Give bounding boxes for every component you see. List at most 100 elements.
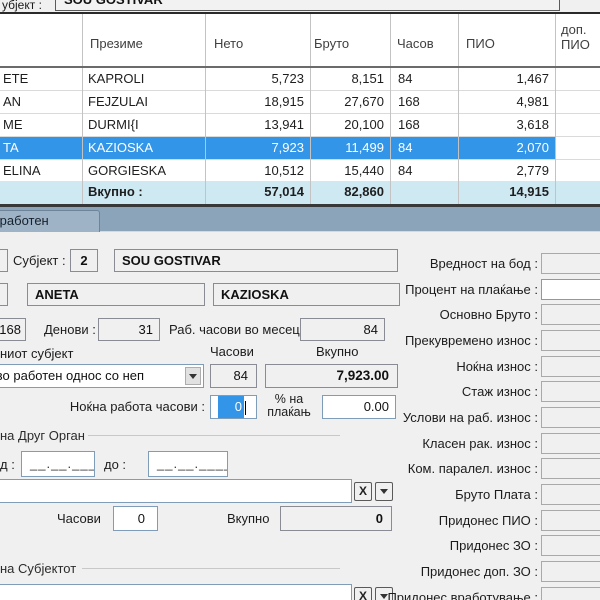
cell-first-name: TA	[0, 137, 82, 159]
cell-hours: 84	[390, 160, 458, 182]
cell-neto: 7,923	[205, 137, 310, 159]
total-dop-pio	[555, 181, 600, 204]
field-label: Основно Бруто :	[440, 307, 538, 322]
employee-table: Презиме Нето Бруто Часов ПИО доп. ПИО ET…	[0, 14, 600, 204]
cell-dop-pio	[555, 68, 600, 90]
total-bruto: 82,860	[310, 181, 390, 204]
column-header-pio: ПИО	[466, 36, 495, 51]
field-label: Вредност на бод :	[430, 256, 538, 271]
cell-bruto: 11,499	[310, 137, 390, 159]
field-pridones-pio: Придонес ПИО :	[0, 510, 600, 532]
subject-label-fragment: убјект :	[2, 0, 42, 12]
cell-hours: 168	[390, 91, 458, 113]
cell-dop-pio	[555, 137, 600, 159]
total-neto: 57,014	[205, 181, 310, 204]
table-row-selected[interactable]: TA KAZIOSKA 7,923 11,499 84 2,070	[0, 137, 600, 160]
field-kom-paralel-iznos: Ком. паралел. износ :	[0, 458, 600, 480]
header-border	[0, 66, 600, 68]
kom-paralel-iznos-input[interactable]	[541, 458, 600, 479]
field-procent-na-plakanje: Процент на плаќање :	[0, 279, 600, 301]
prekuvremeno-iznos-input[interactable]	[541, 330, 600, 351]
grid-line	[555, 14, 556, 204]
field-label: Придонес ЗО :	[450, 538, 538, 553]
cell-first-name: AN	[0, 91, 82, 113]
cell-dop-pio	[555, 91, 600, 113]
field-staz-iznos: Стаж износ :	[0, 381, 600, 403]
tab-bar: Вработен	[0, 207, 600, 232]
cell-dop-pio	[555, 114, 600, 136]
field-label: Придонес ПИО :	[439, 513, 538, 528]
pridones-pio-input[interactable]	[541, 510, 600, 531]
tab-vraboten[interactable]: Вработен	[0, 210, 100, 232]
pridones-vrabotuvanje-input[interactable]	[541, 587, 600, 600]
cell-dop-pio	[555, 160, 600, 182]
field-label: Ноќна износ :	[456, 359, 538, 374]
klasen-rak-iznos-input[interactable]	[541, 433, 600, 454]
procent-na-plakanje-input[interactable]	[541, 279, 600, 300]
field-nokna-iznos: Ноќна износ :	[0, 356, 600, 378]
top-form-strip: убјект : SOU GOSTIVAR	[0, 0, 600, 12]
field-label: Прекувремено износ :	[405, 333, 538, 348]
field-bruto-plata: Бруто Плата :	[0, 484, 600, 506]
cell-surname: FEJZULAI	[82, 91, 205, 113]
field-osnovno-bruto: Основно Бруто :	[0, 304, 600, 326]
cell-surname: KAPROLI	[82, 68, 205, 90]
grid-line	[458, 14, 459, 204]
subject-name-field-top[interactable]: SOU GOSTIVAR	[55, 0, 560, 11]
column-header-surname: Презиме	[90, 36, 143, 51]
app-window: убјект : SOU GOSTIVAR Презиме Нето Бруто…	[0, 0, 600, 600]
cell-bruto: 20,100	[310, 114, 390, 136]
uslovi-na-rab-iznos-input[interactable]	[541, 407, 600, 428]
cell-bruto: 27,670	[310, 91, 390, 113]
table-row[interactable]: ME DURMI{I 13,941 20,100 168 3,618	[0, 114, 600, 137]
table-total-row: Вкупно : 57,014 82,860 14,915	[0, 181, 600, 204]
cell-neto: 5,723	[205, 68, 310, 90]
cell-surname: GORGIESKA	[82, 160, 205, 182]
osnovno-bruto-input[interactable]	[541, 304, 600, 325]
field-prekuvremeno-iznos: Прекувремено износ :	[0, 330, 600, 352]
field-vrednost-na-bod: Вредност на бод :	[0, 253, 600, 275]
column-header-dop-pio: доп. ПИО	[561, 22, 600, 52]
field-uslovi-na-rab-iznos: Услови на раб. износ :	[0, 407, 600, 429]
cell-pio: 4,981	[458, 91, 555, 113]
total-hours	[390, 181, 458, 204]
pridones-zo-input[interactable]	[541, 535, 600, 556]
employee-detail-form: Субјект : 2 SOU GOSTIVAR ANETA KAZIOSKA …	[0, 232, 600, 600]
tab-label: Вработен	[0, 213, 49, 228]
nokna-iznos-input[interactable]	[541, 356, 600, 377]
table-row[interactable]: AN FEJZULAI 18,915 27,670 168 4,981	[0, 91, 600, 114]
cell-surname: KAZIOSKA	[82, 137, 205, 159]
cell-pio: 2,070	[458, 137, 555, 159]
table-row[interactable]: ELINA GORGIESKA 10,512 15,440 84 2,779	[0, 160, 600, 183]
field-label: Бруто Плата :	[455, 487, 538, 502]
bruto-plata-input[interactable]	[541, 484, 600, 505]
table-row[interactable]: ETE KAPROLI 5,723 8,151 84 1,467	[0, 68, 600, 91]
field-label: Придонес доп. ЗО :	[421, 564, 538, 579]
column-header-neto: Нето	[214, 36, 243, 51]
cell-pio: 1,467	[458, 68, 555, 90]
cell-hours: 168	[390, 114, 458, 136]
vrednost-na-bod-input[interactable]	[541, 253, 600, 274]
total-empty	[0, 181, 82, 204]
grid-line	[205, 14, 206, 204]
field-label: Процент на плаќање :	[405, 282, 538, 297]
staz-iznos-input[interactable]	[541, 381, 600, 402]
field-label: Услови на раб. износ :	[403, 410, 538, 425]
cell-hours: 84	[390, 137, 458, 159]
cell-first-name: ME	[0, 114, 82, 136]
grid-line	[390, 14, 391, 204]
field-klasen-rak-iznos: Класен рак. износ :	[0, 433, 600, 455]
cell-first-name: ELINA	[0, 160, 82, 182]
cell-bruto: 15,440	[310, 160, 390, 182]
pridones-dop-zo-input[interactable]	[541, 561, 600, 582]
field-pridones-zo: Придонес ЗО :	[0, 535, 600, 557]
cell-surname: DURMI{I	[82, 114, 205, 136]
cell-neto: 13,941	[205, 114, 310, 136]
grid-line	[310, 14, 311, 204]
field-label: Придонес вработување :	[387, 590, 538, 600]
field-pridones-dop-zo: Придонес доп. ЗО :	[0, 561, 600, 583]
field-label: Стаж износ :	[462, 384, 538, 399]
field-pridones-vrabotuvanje: Придонес вработување :	[0, 587, 600, 600]
column-header-hours: Часов	[397, 36, 434, 51]
cell-first-name: ETE	[0, 68, 82, 90]
